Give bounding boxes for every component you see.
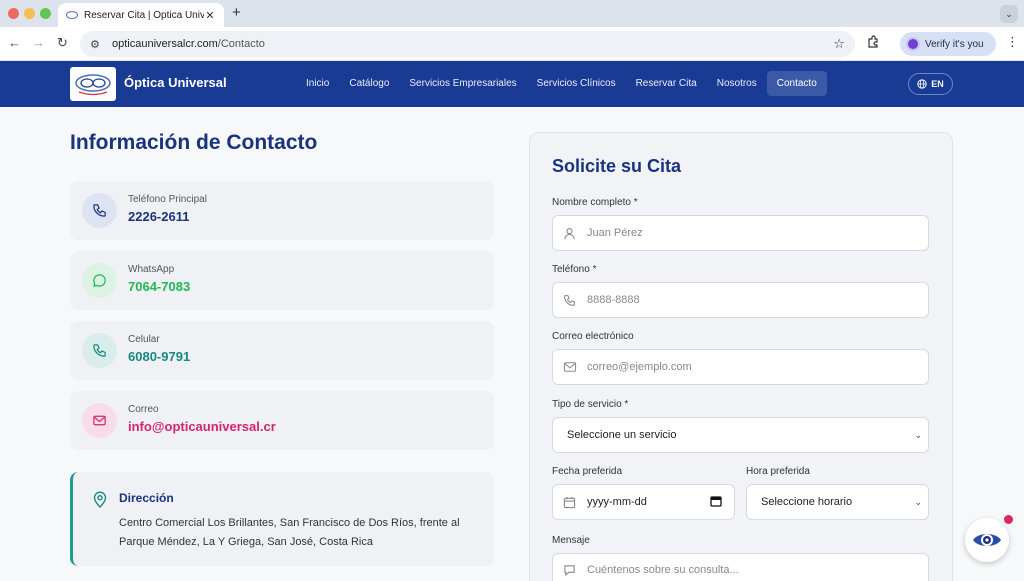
new-tab-icon[interactable]: +: [232, 4, 241, 21]
nav-reservar-cita[interactable]: Reservar Cita: [626, 71, 707, 96]
service-label: Tipo de servicio *: [552, 399, 629, 410]
contact-value[interactable]: 7064-7083: [128, 279, 190, 294]
site-info-icon[interactable]: ⚙: [90, 38, 104, 51]
profile-avatar-icon: [906, 37, 920, 51]
message-placeholder: Cuéntenos sobre su consulta...: [587, 564, 739, 576]
date-picker-icon[interactable]: [710, 495, 722, 510]
name-placeholder: Juan Pérez: [587, 227, 643, 239]
site-favicon-icon: [66, 9, 78, 21]
user-icon: [563, 227, 579, 240]
date-label: Fecha preferida: [552, 466, 623, 477]
extensions-icon[interactable]: [866, 35, 880, 52]
url-host: opticauniversalcr.com: [112, 38, 218, 50]
name-label: Nombre completo *: [552, 197, 638, 208]
contact-card-phone[interactable]: Teléfono Principal 2226-2611: [70, 181, 494, 240]
phone-icon: [82, 333, 117, 368]
address-title: Dirección: [119, 491, 174, 505]
forward-icon[interactable]: →: [32, 35, 45, 50]
back-icon[interactable]: ←: [8, 35, 21, 50]
browser-toolbar: ← → ↻ ⚙ opticauniversalcr.com/Contacto ☆…: [0, 27, 1024, 61]
browser-tab[interactable]: Reservar Cita | Óptica Univers ✕: [58, 3, 224, 27]
tab-title: Reservar Cita | Óptica Univers: [84, 9, 204, 21]
address-bar[interactable]: ⚙ opticauniversalcr.com/Contacto ☆: [80, 31, 855, 57]
map-pin-icon: [93, 491, 107, 513]
contact-card-whatsapp[interactable]: WhatsApp 7064-7083: [70, 251, 494, 310]
nav-servicios-clinicos[interactable]: Servicios Clínicos: [527, 71, 626, 96]
minimize-window-button[interactable]: [24, 8, 35, 19]
address-text: Centro Comercial Los Brillantes, San Fra…: [119, 517, 460, 548]
service-selected-value: Seleccione un servicio: [567, 429, 677, 441]
contact-value[interactable]: info@opticauniversal.cr: [128, 419, 276, 434]
phone-label: Teléfono *: [552, 264, 597, 275]
email-label: Correo electrónico: [552, 331, 634, 342]
contact-label: Teléfono Principal: [128, 194, 207, 205]
contact-label: Celular: [128, 334, 160, 345]
contact-label: Correo: [128, 404, 159, 415]
date-value: yyyy-mm-dd: [587, 496, 647, 508]
maximize-window-button[interactable]: [40, 8, 51, 19]
nav-servicios-empresariales[interactable]: Servicios Empresariales: [399, 71, 526, 96]
eye-icon: [973, 534, 1001, 546]
close-window-button[interactable]: [8, 8, 19, 19]
phone-placeholder: 8888-8888: [587, 294, 640, 306]
email-input[interactable]: correo@ejemplo.com: [552, 349, 929, 385]
phone-input[interactable]: 8888-8888: [552, 282, 929, 318]
site-header: Óptica Universal Inicio Catálogo Servici…: [0, 61, 1024, 107]
contact-value[interactable]: 6080-9791: [128, 349, 190, 364]
name-input[interactable]: Juan Pérez: [552, 215, 929, 251]
verify-label: Verify it's you: [925, 38, 984, 50]
chevron-down-icon: ⌄: [914, 430, 922, 440]
main-nav: Inicio Catálogo Servicios Empresariales …: [296, 71, 827, 96]
phone-icon: [82, 193, 117, 228]
nav-catalogo[interactable]: Catálogo: [339, 71, 399, 96]
contact-card-mobile[interactable]: Celular 6080-9791: [70, 321, 494, 380]
verify-profile-button[interactable]: Verify it's you: [900, 32, 996, 56]
chevron-down-icon: ⌄: [914, 497, 922, 507]
contact-label: WhatsApp: [128, 264, 175, 275]
notification-dot: [1004, 515, 1013, 524]
phone-icon: [563, 294, 579, 307]
language-toggle-button[interactable]: EN: [908, 73, 953, 95]
time-selected-value: Seleccione horario: [761, 496, 853, 508]
whatsapp-icon: [82, 263, 117, 298]
nav-contacto[interactable]: Contacto: [766, 71, 827, 96]
form-title: Solicite su Cita: [552, 156, 682, 176]
message-icon: [563, 564, 579, 577]
email-placeholder: correo@ejemplo.com: [587, 361, 692, 373]
browser-menu-icon[interactable]: ⋮: [1006, 34, 1019, 50]
accessibility-widget-button[interactable]: [965, 518, 1009, 562]
service-select[interactable]: Seleccione un servicio ⌄: [552, 417, 929, 453]
mail-icon: [82, 403, 117, 438]
contact-value[interactable]: 2226-2611: [128, 209, 189, 224]
contact-card-email[interactable]: Correo info@opticauniversal.cr: [70, 391, 494, 450]
nav-nosotros[interactable]: Nosotros: [707, 71, 767, 96]
globe-icon: [917, 79, 927, 89]
time-select[interactable]: Seleccione horario ⌄: [746, 484, 929, 520]
address-card: Dirección Centro Comercial Los Brillante…: [70, 472, 494, 566]
message-textarea[interactable]: Cuéntenos sobre su consulta...: [552, 553, 929, 581]
url-path: /Contacto: [217, 38, 265, 50]
tab-search-chevron-icon[interactable]: ⌄: [1000, 5, 1018, 23]
mail-icon: [563, 361, 579, 373]
date-input[interactable]: yyyy-mm-dd: [552, 484, 735, 520]
site-logo[interactable]: [70, 67, 116, 101]
calendar-icon: [563, 496, 579, 509]
close-tab-icon[interactable]: ✕: [204, 9, 216, 22]
nav-inicio[interactable]: Inicio: [296, 71, 339, 96]
message-label: Mensaje: [552, 535, 590, 546]
contact-title: Información de Contacto: [70, 131, 318, 154]
reload-icon[interactable]: ↻: [57, 35, 68, 51]
browser-tab-bar: Reservar Cita | Óptica Univers ✕ + ⌄: [0, 0, 1024, 27]
bookmark-star-icon[interactable]: ☆: [833, 36, 845, 52]
site-brand[interactable]: Óptica Universal: [124, 75, 227, 90]
time-label: Hora preferida: [746, 466, 810, 477]
language-label: EN: [931, 79, 944, 89]
